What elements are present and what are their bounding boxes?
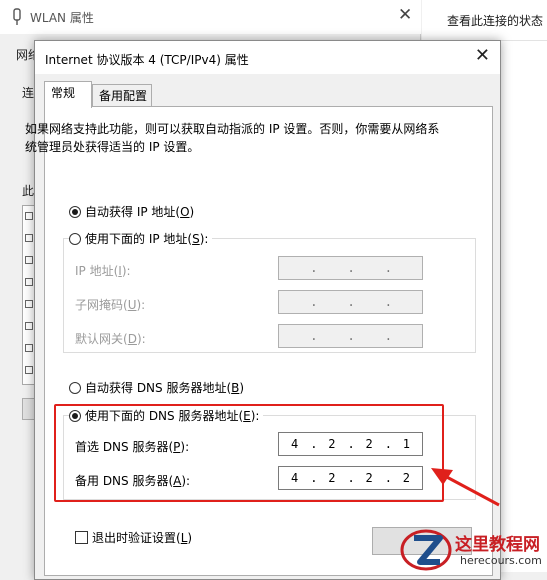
manual-dns-radio[interactable]: 使用下面的 DNS 服务器地址(E): <box>69 407 264 424</box>
watermark-text: 这里教程网 <box>455 535 540 555</box>
ip-address-label: IP 地址(I): <box>75 264 131 278</box>
dialog-title: Internet 协议版本 4 (TCP/IPv4) 属性 <box>45 53 249 67</box>
dialog-description: 如果网络支持此功能，则可以获取自动指派的 IP 设置。否则，你需要从网络系统管理… <box>25 122 440 154</box>
alternate-dns-input[interactable]: 4.2.2.2 <box>278 466 423 490</box>
manual-dns-label: 使用下面的 DNS 服务器地址(E): <box>85 409 260 423</box>
wlan-close-icon[interactable]: ✕ <box>398 5 412 25</box>
alternate-dns-label: 备用 DNS 服务器(A): <box>75 474 191 488</box>
preferred-dns-label: 首选 DNS 服务器(P): <box>75 440 190 454</box>
dialog-title-bar: Internet 协议版本 4 (TCP/IPv4) 属性 ✕ <box>35 41 500 74</box>
auto-ip-label: 自动获得 IP 地址(O) <box>85 205 195 219</box>
auto-ip-radio[interactable]: 自动获得 IP 地址(O) <box>69 203 194 220</box>
manual-ip-label: 使用下面的 IP 地址(S): <box>85 232 209 246</box>
wlan-window-title: WLAN 属性 <box>30 11 94 25</box>
validate-on-exit-checkbox[interactable]: 退出时验证设置(L) <box>75 529 192 546</box>
wlan-items-label-fragment: 此 <box>22 184 35 198</box>
manual-ip-radio-indicator <box>69 232 81 245</box>
auto-ip-radio-indicator <box>69 205 81 218</box>
validate-on-exit-checkbox-box <box>75 531 88 544</box>
network-adapter-icon <box>13 8 21 25</box>
watermark: 这里教程网 herecours.com <box>400 528 547 572</box>
subnet-mask-input[interactable]: ... <box>278 290 423 314</box>
tab-alternate-configuration[interactable]: 备用配置 <box>92 84 152 108</box>
validate-on-exit-label: 退出时验证设置(L) <box>92 531 193 545</box>
default-gateway-label: 默认网关(D): <box>75 332 146 346</box>
ip-address-input[interactable]: ... <box>278 256 423 280</box>
auto-dns-radio-indicator <box>69 381 81 394</box>
tab-general[interactable]: 常规 <box>44 81 92 108</box>
watermark-logo-icon <box>400 529 452 571</box>
dialog-close-icon[interactable]: ✕ <box>475 45 490 66</box>
auto-dns-label: 自动获得 DNS 服务器地址(B) <box>85 381 245 395</box>
arrow-icon <box>431 468 500 507</box>
view-connection-status-link[interactable]: 查看此连接的状态 <box>447 12 543 29</box>
manual-dns-radio-indicator <box>69 409 81 422</box>
preferred-dns-input[interactable]: 4.2.2.1 <box>278 432 423 456</box>
manual-ip-radio[interactable]: 使用下面的 IP 地址(S): <box>69 230 213 247</box>
watermark-url: herecours.com <box>460 554 542 567</box>
wlan-title-bar: WLAN 属性 ✕ <box>0 0 421 34</box>
wlan-connect-label-fragment: 连 <box>22 86 35 100</box>
auto-dns-radio[interactable]: 自动获得 DNS 服务器地址(B) <box>69 379 244 396</box>
subnet-mask-label: 子网掩码(U): <box>75 298 146 312</box>
default-gateway-input[interactable]: ... <box>278 324 423 348</box>
